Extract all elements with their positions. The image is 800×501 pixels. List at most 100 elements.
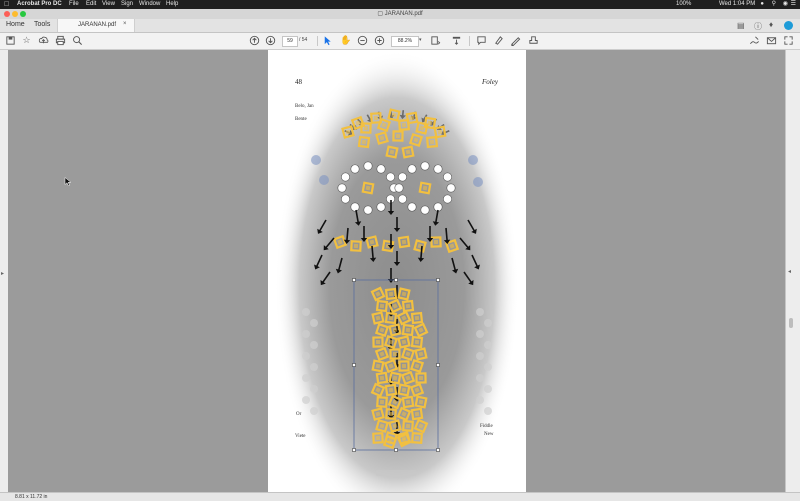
save-icon[interactable] (5, 35, 16, 46)
menu-file[interactable]: File (69, 0, 79, 9)
expand-icon[interactable] (783, 35, 794, 46)
scrollbar-thumb[interactable] (789, 318, 793, 328)
scroll-icon[interactable] (451, 35, 462, 46)
swirl-mark (350, 164, 360, 174)
highlight-box-core (401, 387, 407, 393)
menu-clock[interactable]: Wed 1:04 PM (719, 0, 755, 9)
highlight-box-core (373, 115, 379, 121)
highlight-box-core (405, 423, 411, 429)
account-avatar[interactable] (784, 21, 793, 30)
page-up-icon[interactable] (249, 35, 260, 46)
zoom-in-icon[interactable] (374, 35, 385, 46)
mouse-pointer-icon (64, 177, 72, 187)
tab-document[interactable]: JARANAN.pdf × (57, 19, 135, 32)
menu-edit[interactable]: Edit (86, 0, 96, 9)
arrow-glyph (451, 257, 459, 274)
faint-swirl (484, 341, 492, 349)
battery-status[interactable]: 100% (676, 0, 691, 9)
search-icon[interactable] (72, 35, 83, 46)
faint-swirl (302, 308, 310, 316)
tab-home[interactable]: Home (6, 21, 25, 28)
highlight-box-core (375, 315, 381, 321)
page-number-input[interactable]: 59 (282, 36, 298, 47)
menu-sign[interactable]: Sign (121, 0, 133, 9)
bookmark-star-icon[interactable]: ☆ (21, 35, 32, 46)
notifications-bell-icon[interactable]: ♦ (769, 20, 773, 29)
highlight-box-core (401, 315, 407, 321)
faint-swirl (484, 407, 492, 415)
highlight-box-core (418, 399, 424, 405)
pdf-page[interactable]: 48 Foley Belo, Jan Bente Or Viete Fiddle… (268, 50, 526, 492)
tab-tools[interactable]: Tools (34, 21, 50, 28)
highlight-box-core (414, 315, 420, 321)
siri-icon[interactable]: ◉ (783, 0, 788, 9)
page-illustration (302, 108, 492, 476)
swirl-mark (350, 202, 360, 212)
stamp-icon[interactable] (528, 35, 539, 46)
zoom-level-input[interactable]: 88.2% (391, 36, 419, 47)
faint-swirl (476, 396, 484, 404)
faint-swirl (310, 407, 318, 415)
select-cursor-icon[interactable] (322, 35, 333, 46)
upload-icon[interactable] (38, 35, 49, 46)
toolbar-divider (317, 36, 318, 46)
faint-swirl (302, 330, 310, 338)
arrow-glyph (459, 237, 471, 251)
menu-help[interactable]: Help (166, 0, 178, 9)
spotlight-icon[interactable]: ⚲ (772, 0, 776, 9)
swirl-mark (397, 172, 407, 182)
highlight-box-core (379, 303, 385, 309)
faint-swirl (476, 374, 484, 382)
menu-window[interactable]: Window (139, 0, 160, 9)
highlight-box-core (353, 243, 359, 249)
highlight-box-core (363, 125, 369, 131)
highlight-icon[interactable] (493, 35, 504, 46)
apple-icon[interactable]:  (4, 0, 9, 9)
faint-swirl (484, 385, 492, 393)
app-menu-name[interactable]: Acrobat Pro DC (17, 0, 62, 9)
highlight-box-core (414, 387, 420, 393)
fill-sign-icon[interactable] (749, 35, 760, 46)
sign-icon[interactable] (510, 35, 521, 46)
menu-view[interactable]: View (102, 0, 115, 9)
highlight-box-core (414, 411, 420, 417)
arrow-glyph (432, 209, 440, 226)
swirl-mark (443, 194, 453, 204)
chat-icon[interactable]: ▤ (737, 21, 745, 30)
user-icon[interactable]: ● (760, 0, 764, 9)
highlight-box-core (401, 291, 407, 297)
help-icon[interactable]: ⓘ (754, 21, 762, 32)
zoom-dropdown-chevron-icon[interactable]: ▾ (419, 37, 422, 43)
arrow-glyph (323, 237, 335, 251)
faint-swirl (302, 352, 310, 360)
notification-center-icon[interactable]: ☰ (791, 0, 796, 9)
highlight-box-core (413, 137, 419, 143)
hand-icon[interactable]: ✋ (340, 35, 351, 46)
page-down-icon[interactable] (265, 35, 276, 46)
print-icon[interactable] (55, 35, 66, 46)
highlight-box-core (392, 375, 398, 381)
highlight-box-core (381, 122, 387, 128)
arrow-glyph (463, 271, 474, 286)
highlight-box-core (369, 239, 375, 245)
arrow-glyph (387, 268, 395, 283)
comment-icon[interactable] (476, 35, 487, 46)
highlight-box-core (379, 399, 385, 405)
highlight-box-core (401, 363, 407, 369)
left-panel-toggle-icon[interactable]: ▸ (1, 270, 4, 277)
email-icon[interactable] (766, 35, 777, 46)
window-title: ▢ JARANAN.pdf (0, 10, 800, 17)
highlight-box-core (361, 139, 367, 145)
faint-swirl (484, 363, 492, 371)
highlight-box-core (401, 339, 407, 345)
page-fit-icon[interactable] (430, 35, 441, 46)
swirl-mark (376, 164, 386, 174)
faint-swirl (310, 341, 318, 349)
selection-handle (394, 448, 398, 452)
highlight-box-core (388, 363, 394, 369)
close-tab-icon[interactable]: × (123, 21, 127, 27)
highlight-box-core (449, 243, 455, 249)
faint-swirl (310, 363, 318, 371)
zoom-out-icon[interactable] (357, 35, 368, 46)
right-panel-toggle-icon[interactable]: ◂ (788, 268, 791, 275)
